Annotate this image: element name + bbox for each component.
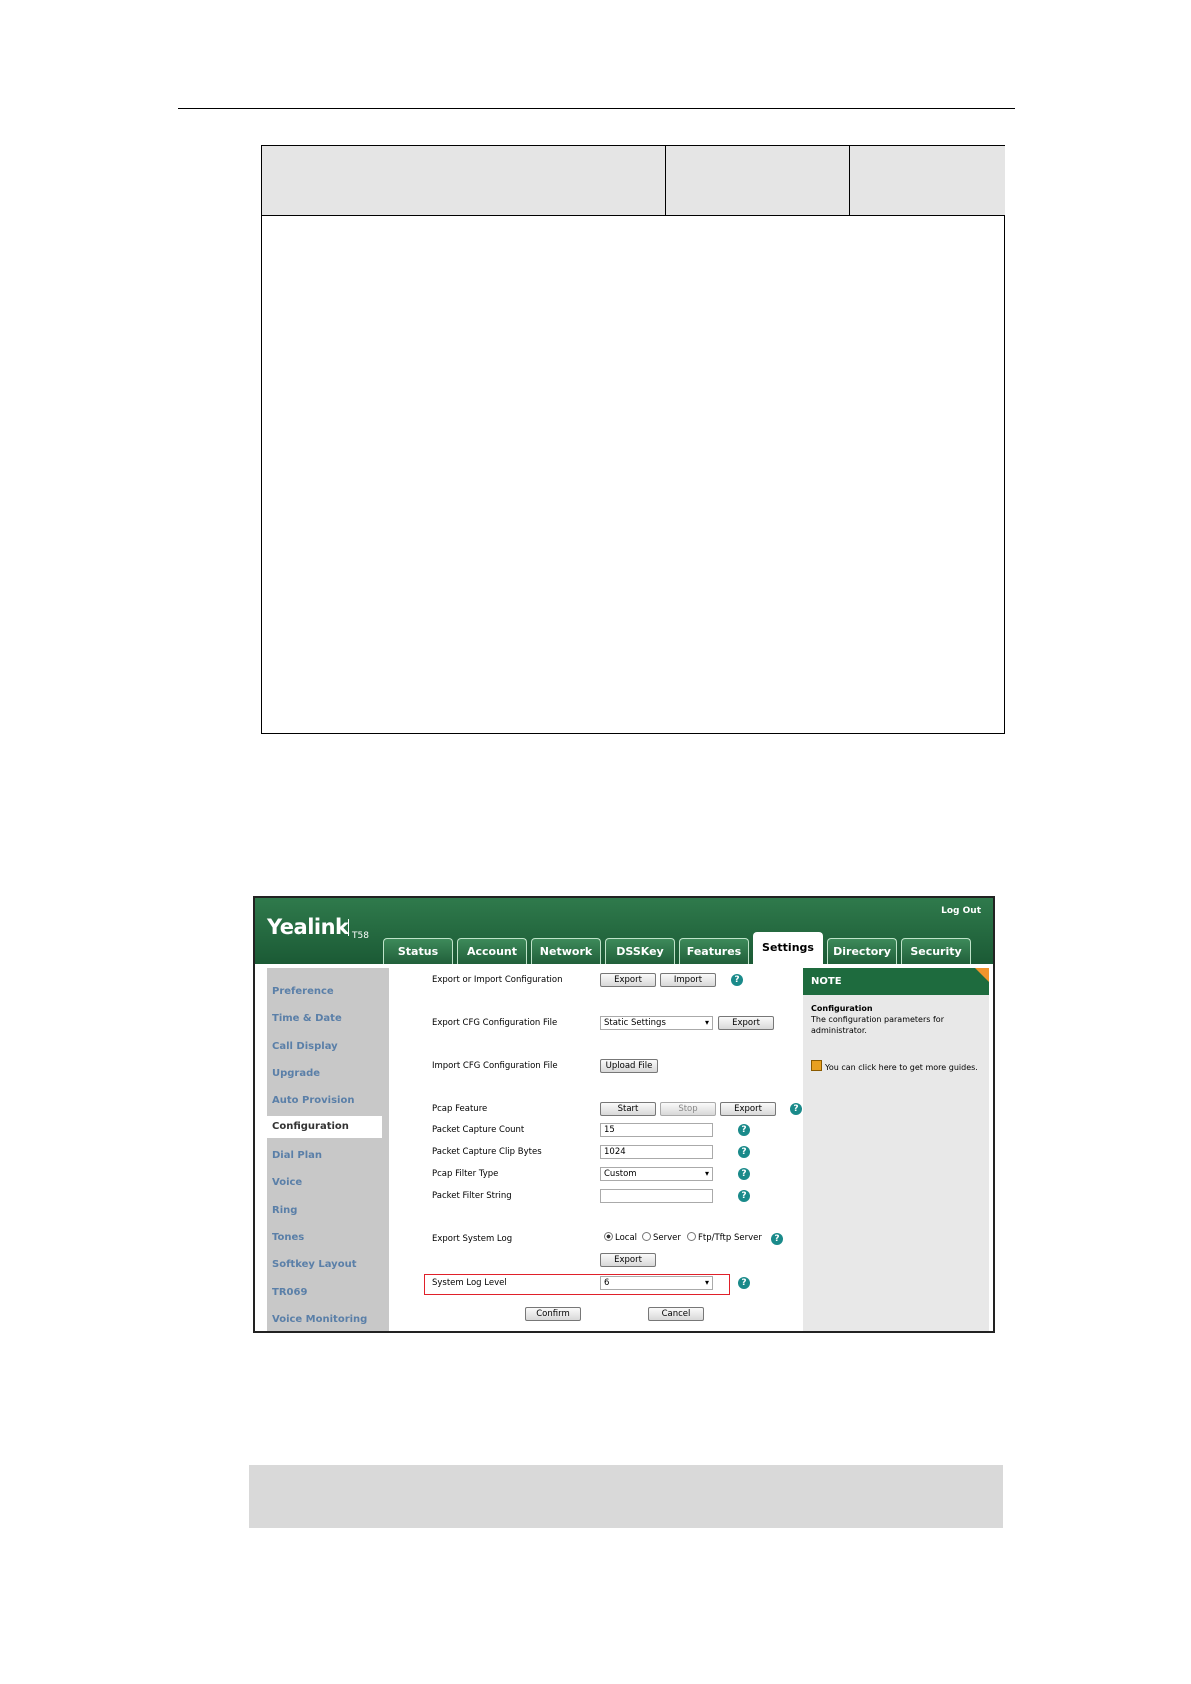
book-icon	[811, 1060, 822, 1071]
sidebar-item-call-display[interactable]: Call Display	[272, 1041, 338, 1052]
tab-features[interactable]: Features	[679, 938, 749, 964]
export-cfg-select[interactable]: Static Settings	[600, 1016, 713, 1030]
tab-status[interactable]: Status	[383, 938, 453, 964]
sidebar-item-voice[interactable]: Voice	[272, 1177, 302, 1188]
logout-link[interactable]: Log Out	[941, 906, 981, 916]
log-level-label: System Log Level	[432, 1278, 507, 1288]
sidebar-item-ring[interactable]: Ring	[272, 1205, 297, 1216]
clip-bytes-label: Packet Capture Clip Bytes	[432, 1147, 542, 1157]
help-icon[interactable]: ?	[738, 1277, 750, 1289]
filter-type-select[interactable]: Custom	[600, 1167, 713, 1181]
radio-local[interactable]: Local	[604, 1232, 637, 1243]
logo-separator	[348, 919, 349, 936]
parameter-table	[261, 145, 1005, 734]
pcap-start-button[interactable]: Start	[600, 1102, 656, 1116]
radio-server[interactable]: Server	[642, 1232, 681, 1243]
table-header-cell-1	[262, 146, 666, 216]
sidebar-item-time-date[interactable]: Time & Date	[272, 1013, 342, 1024]
export-log-label: Export System Log	[432, 1234, 513, 1244]
radio-dot	[687, 1232, 696, 1241]
sidebar-item-tr069[interactable]: TR069	[272, 1287, 307, 1298]
help-icon[interactable]: ?	[790, 1103, 802, 1115]
log-destination-radios: Local Server Ftp/Tftp Server	[604, 1232, 784, 1244]
export-config-button[interactable]: Export	[600, 973, 656, 987]
export-import-label: Export or Import Configuration	[432, 975, 563, 985]
pcap-export-button[interactable]: Export	[720, 1102, 776, 1116]
filter-string-label: Packet Filter String	[432, 1191, 512, 1201]
filter-type-label: Pcap Filter Type	[432, 1169, 499, 1179]
sidebar-item-configuration[interactable]: Configuration	[265, 1116, 382, 1138]
tab-network[interactable]: Network	[531, 938, 601, 964]
table-header-cell-2	[666, 146, 850, 216]
capture-count-label: Packet Capture Count	[432, 1125, 525, 1135]
yealink-logo: Yealink	[267, 915, 349, 939]
help-icon[interactable]: ?	[771, 1233, 783, 1245]
note-bar	[249, 1465, 1003, 1528]
cancel-button[interactable]: Cancel	[648, 1307, 704, 1321]
note-text: The configuration parameters for adminis…	[811, 1015, 944, 1035]
radio-ftp-server[interactable]: Ftp/Tftp Server	[687, 1232, 762, 1243]
upload-file-button[interactable]: Upload File	[600, 1059, 658, 1073]
note-corner-icon	[975, 968, 989, 982]
pcap-feature-label: Pcap Feature	[432, 1104, 488, 1114]
sidebar-item-tones[interactable]: Tones	[272, 1232, 304, 1243]
capture-count-input[interactable]: 15	[600, 1123, 713, 1137]
help-icon[interactable]: ?	[738, 1146, 750, 1158]
filter-string-input[interactable]	[600, 1189, 713, 1203]
help-icon[interactable]: ?	[738, 1124, 750, 1136]
radio-local-label: Local	[615, 1233, 638, 1243]
radio-server-label: Server	[653, 1233, 681, 1243]
radio-dot	[604, 1232, 613, 1241]
note-guide-text: You can click here to get more guides.	[825, 1063, 978, 1072]
sidebar-item-voice-monitoring[interactable]: Voice Monitoring	[272, 1314, 367, 1325]
tab-security[interactable]: Security	[901, 938, 971, 964]
sidebar-item-preference[interactable]: Preference	[272, 986, 334, 997]
model-label: T58	[352, 931, 369, 941]
note-title: NOTE	[803, 968, 989, 995]
radio-dot	[642, 1232, 651, 1241]
help-icon[interactable]: ?	[738, 1190, 750, 1202]
pcap-stop-button[interactable]: Stop	[660, 1102, 716, 1116]
note-panel: NOTE Configuration The configuration par…	[803, 968, 989, 1331]
table-header-cell-3	[850, 146, 1005, 216]
sidebar-item-dial-plan[interactable]: Dial Plan	[272, 1150, 322, 1161]
radio-ftp-label: Ftp/Tftp Server	[698, 1233, 762, 1243]
sidebar-item-softkey-layout[interactable]: Softkey Layout	[272, 1259, 356, 1270]
header-rule	[178, 108, 1015, 109]
tab-account[interactable]: Account	[457, 938, 527, 964]
web-ui-screenshot: Yealink T58 Log Out Status Account Netwo…	[253, 896, 995, 1333]
note-guide[interactable]: You can click here to get more guides.	[811, 1060, 986, 1073]
confirm-button[interactable]: Confirm	[525, 1307, 581, 1321]
log-level-select[interactable]: 6	[600, 1276, 713, 1290]
settings-body: Preference Time & Date Call Display Upgr…	[255, 964, 993, 1331]
note-heading: Configuration	[811, 1004, 873, 1013]
sidebar-item-upgrade[interactable]: Upgrade	[272, 1068, 320, 1079]
tab-dsskey[interactable]: DSSKey	[605, 938, 675, 964]
sidebar-item-auto-provision[interactable]: Auto Provision	[272, 1095, 354, 1106]
log-export-button[interactable]: Export	[600, 1253, 656, 1267]
import-config-button[interactable]: Import	[660, 973, 716, 987]
tab-directory[interactable]: Directory	[827, 938, 897, 964]
import-cfg-label: Import CFG Configuration File	[432, 1061, 558, 1071]
export-cfg-label: Export CFG Configuration File	[432, 1018, 558, 1028]
web-ui-header: Yealink T58 Log Out Status Account Netwo…	[255, 898, 993, 964]
help-icon[interactable]: ?	[738, 1168, 750, 1180]
export-cfg-button[interactable]: Export	[718, 1016, 774, 1030]
clip-bytes-input[interactable]: 1024	[600, 1145, 713, 1159]
tab-settings[interactable]: Settings	[753, 932, 823, 964]
help-icon[interactable]: ?	[731, 974, 743, 986]
